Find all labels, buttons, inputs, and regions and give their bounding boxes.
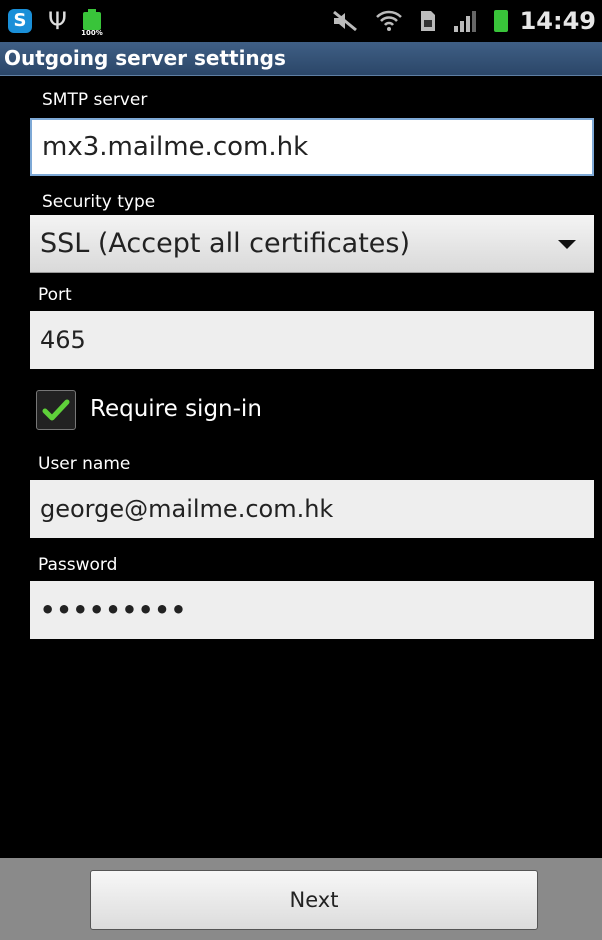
usb-icon: Ψ <box>48 7 67 35</box>
security-type-dropdown[interactable]: SSL (Accept all certificates) <box>30 215 594 273</box>
battery-icon <box>493 10 508 32</box>
skype-icon: S <box>8 9 32 33</box>
port-label: Port <box>38 285 72 305</box>
mute-icon <box>332 10 358 32</box>
button-bar: Next <box>0 858 602 940</box>
status-left: S Ψ 100% <box>8 0 103 42</box>
require-signin-checkbox[interactable] <box>36 390 76 430</box>
title-bar: Outgoing server settings <box>0 42 602 76</box>
password-input[interactable]: ••••••••• <box>30 581 594 639</box>
battery-full-label: 100% <box>81 29 103 37</box>
status-time: 14:49 <box>519 7 596 35</box>
checkmark-icon <box>42 399 70 421</box>
smtp-server-label: SMTP server <box>42 90 148 110</box>
security-type-label: Security type <box>42 192 156 212</box>
username-label: User name <box>38 454 131 474</box>
status-right: 14:49 <box>314 0 596 42</box>
status-bar: S Ψ 100% 14:49 <box>0 0 602 42</box>
sim-icon <box>420 10 436 32</box>
wifi-icon <box>375 10 402 32</box>
username-input[interactable]: george@mailme.com.hk <box>30 480 594 538</box>
battery-full-icon: 100% <box>81 9 103 37</box>
next-button[interactable]: Next <box>90 870 538 930</box>
port-input[interactable]: 465 <box>30 311 594 369</box>
signal-icon <box>453 10 476 32</box>
security-type-value: SSL (Accept all certificates) <box>40 228 411 259</box>
smtp-server-input[interactable]: mx3.mailme.com.hk <box>30 118 594 176</box>
page-title: Outgoing server settings <box>4 46 286 70</box>
require-signin-label[interactable]: Require sign-in <box>90 396 262 422</box>
chevron-down-icon <box>558 240 576 249</box>
password-label: Password <box>38 555 118 575</box>
